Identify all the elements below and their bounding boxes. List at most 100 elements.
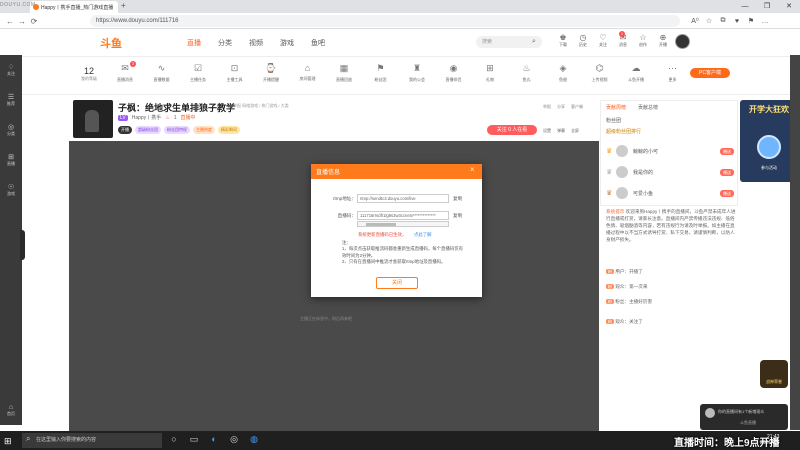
nav-yuba[interactable]: 鱼吧 xyxy=(311,38,325,48)
toolbar-item[interactable]: ◈ 鱼翅 xyxy=(550,63,576,83)
close-icon[interactable]: × xyxy=(470,165,475,174)
header-history[interactable]: ◷ 历史 xyxy=(573,33,593,48)
rank-subtitle[interactable]: 粉丝团 xyxy=(606,117,621,124)
tab-weekly-rank[interactable]: 贡献周榜 xyxy=(606,104,626,111)
maximize-icon[interactable]: ❐ xyxy=(756,0,778,13)
learn-more-link[interactable]: 点此了解 xyxy=(414,232,432,238)
toolbar-item[interactable]: ∿ 直播数据 xyxy=(149,63,175,83)
collections-icon[interactable]: ⧉ xyxy=(716,17,730,25)
header-follow[interactable]: ♡ 关注 xyxy=(593,33,613,48)
toolbar-item[interactable]: ♜ 我的公会 xyxy=(404,63,430,83)
pc-client-button[interactable]: PC客户端 xyxy=(690,68,730,78)
toolbar-item[interactable]: ◉ 直播伴侣 xyxy=(441,63,467,83)
toolbar-item[interactable]: ⌚ 开播提醒 xyxy=(258,63,284,83)
toolbar-item[interactable]: ☁ 斗鱼开播 xyxy=(623,63,649,83)
gift-button[interactable]: 赠送 xyxy=(720,189,734,197)
sidebar-item-recommend[interactable]: ☰ 推荐 xyxy=(0,85,22,115)
user-avatar[interactable] xyxy=(675,34,690,49)
search-icon[interactable]: ⌕ xyxy=(532,38,536,46)
toolbar-item[interactable]: ✉ 直播消息 xyxy=(112,63,138,83)
windows-start-icon[interactable]: ⊞ xyxy=(4,436,12,447)
share-link[interactable]: 分享 xyxy=(557,104,565,110)
scroll-thumb[interactable] xyxy=(366,223,396,226)
rank-item[interactable]: ♛ 鲸鲸的小可 赠送 xyxy=(606,142,734,160)
obs-icon[interactable]: ◎ xyxy=(228,434,240,445)
follow-button[interactable]: 关注 0 人在看 xyxy=(487,125,537,135)
tag-highlights[interactable]: 精彩瞬间 xyxy=(218,126,240,134)
nav-game[interactable]: 游戏 xyxy=(280,38,294,48)
tab-total-rank[interactable]: 贡献总榜 xyxy=(638,104,658,111)
douyu-logo[interactable]: 斗鱼 xyxy=(100,35,122,51)
stream-key-field[interactable]: 111716rrsdfr1lg8s3w3ccnetv************** xyxy=(357,211,449,220)
toolbar-item[interactable]: ⊞ 礼物 xyxy=(477,63,503,83)
fullscreen-link[interactable]: 全屏 xyxy=(571,128,579,134)
level-display[interactable]: 12 我的等级 xyxy=(76,66,102,82)
more-menu-icon[interactable]: … xyxy=(758,18,772,25)
header-golive[interactable]: ⊕ 开播 xyxy=(653,33,673,48)
sidebar-item-follow[interactable]: ♢ 关注 xyxy=(0,55,22,85)
key-scrollbar[interactable] xyxy=(357,221,449,227)
toolbar-item[interactable]: ⊡ 主播工具 xyxy=(222,63,248,83)
toolbar-item[interactable]: ⚑ 粉丝团 xyxy=(368,63,394,83)
sidebar-toggle-handle[interactable] xyxy=(20,230,25,260)
taskbar-clock[interactable]: 21:43 2021/9/4 xyxy=(760,434,779,446)
dialog-close-button[interactable]: 关闭 xyxy=(376,277,418,289)
browser-tab[interactable]: Happy丨携手直播_热门游戏直播 xyxy=(30,1,118,13)
sidebar-item-category[interactable]: ◎ 分类 xyxy=(0,115,22,145)
toolbar-item[interactable]: ⌬ 上传视频 xyxy=(587,63,613,83)
edge-icon[interactable]: ◐ xyxy=(208,434,220,444)
champion-badge[interactable]: 战神荣誉 xyxy=(760,360,788,388)
toolbar-item[interactable]: ♨ 鱼丸 xyxy=(514,63,540,83)
minimize-icon[interactable]: — xyxy=(734,0,756,13)
toolbar-item[interactable]: ⌂ 房间管理 xyxy=(295,63,321,82)
sidebar-item-live[interactable]: ⊞ 直播 xyxy=(0,145,22,175)
sidebar-item-home[interactable]: ⌂ 首页 xyxy=(0,395,22,425)
close-window-icon[interactable]: ✕ xyxy=(778,0,800,13)
rtmp-address-field[interactable]: rtmp://sendtc3.douyu.com/live xyxy=(357,194,449,203)
tag-super-fans[interactable]: 超级粉丝团 xyxy=(135,126,161,134)
toolbar-item[interactable]: ⋯ 更多 xyxy=(660,63,686,83)
toolbar-item-icon: ⌚ xyxy=(265,63,277,73)
tag-heat[interactable]: 主播热度 xyxy=(193,126,215,134)
client-link[interactable]: 客户端 xyxy=(571,104,583,110)
task-view-icon[interactable]: ▭ xyxy=(188,434,200,445)
room-meta[interactable]: 举报 网络游戏 / 热门游戏 / 大类 xyxy=(233,103,289,109)
gift-button[interactable]: 赠送 xyxy=(720,147,734,155)
favorites-icon[interactable]: ♥ xyxy=(730,18,744,25)
taskbar-search-input[interactable]: 在这里输入你要搜索的内容 xyxy=(22,433,162,448)
app-icon[interactable]: ◍ xyxy=(248,434,260,445)
super-fans-rank-title[interactable]: 超级粉丝团排行 xyxy=(606,128,641,135)
toolbar-item[interactable]: ▦ 直播回放 xyxy=(331,63,357,83)
extensions-icon[interactable]: ⚑ xyxy=(744,17,758,25)
nav-category[interactable]: 分类 xyxy=(218,38,232,48)
nav-live[interactable]: 直播 xyxy=(187,38,201,48)
report-link[interactable]: 举报 xyxy=(543,104,551,110)
rank-item[interactable]: ♛ 我是你的 赠送 xyxy=(606,163,734,181)
copy-key-button[interactable]: 复制 xyxy=(453,213,462,219)
header-download[interactable]: ♚ 下载 xyxy=(553,33,573,48)
tag-live[interactable]: 开播 xyxy=(118,126,132,134)
streamer-name[interactable]: Happy丨携手 xyxy=(132,114,161,121)
favorite-star-icon[interactable]: ☆ xyxy=(702,17,716,25)
rank-item[interactable]: ♛ 可爱小鱼 赠送 xyxy=(606,184,734,202)
url-field[interactable]: https://www.douyu.com/111716 xyxy=(90,15,680,27)
notification-popup[interactable] xyxy=(700,404,788,430)
gift-button[interactable]: 赠送 xyxy=(720,168,734,176)
toolbar-item-label: 鱼翅 xyxy=(559,77,567,82)
cortana-icon[interactable]: ○ xyxy=(168,434,180,444)
live-status: 直播中 xyxy=(180,115,196,121)
danmaku-link[interactable]: 弹幕 xyxy=(557,128,565,134)
nav-video[interactable]: 视频 xyxy=(249,38,263,48)
settings-link[interactable]: 设置 xyxy=(543,128,551,134)
sidebar-item-game[interactable]: ☉ 游戏 xyxy=(0,175,22,205)
header-create[interactable]: ☆ 创作 xyxy=(633,33,653,48)
refresh-icon[interactable]: ⟳ xyxy=(28,17,40,26)
tag-fan-privilege[interactable]: 粉丝团特权 xyxy=(164,126,190,134)
new-tab-button[interactable]: + xyxy=(121,1,126,10)
toolbar-item[interactable]: ☑ 主播任务 xyxy=(185,63,211,83)
back-icon[interactable]: ← xyxy=(4,17,16,26)
forward-icon[interactable]: → xyxy=(16,17,28,26)
copy-rtmp-button[interactable]: 复制 xyxy=(453,196,462,202)
streamer-thumbnail[interactable] xyxy=(73,100,113,138)
read-aloud-icon[interactable]: A⁰ xyxy=(688,17,702,25)
